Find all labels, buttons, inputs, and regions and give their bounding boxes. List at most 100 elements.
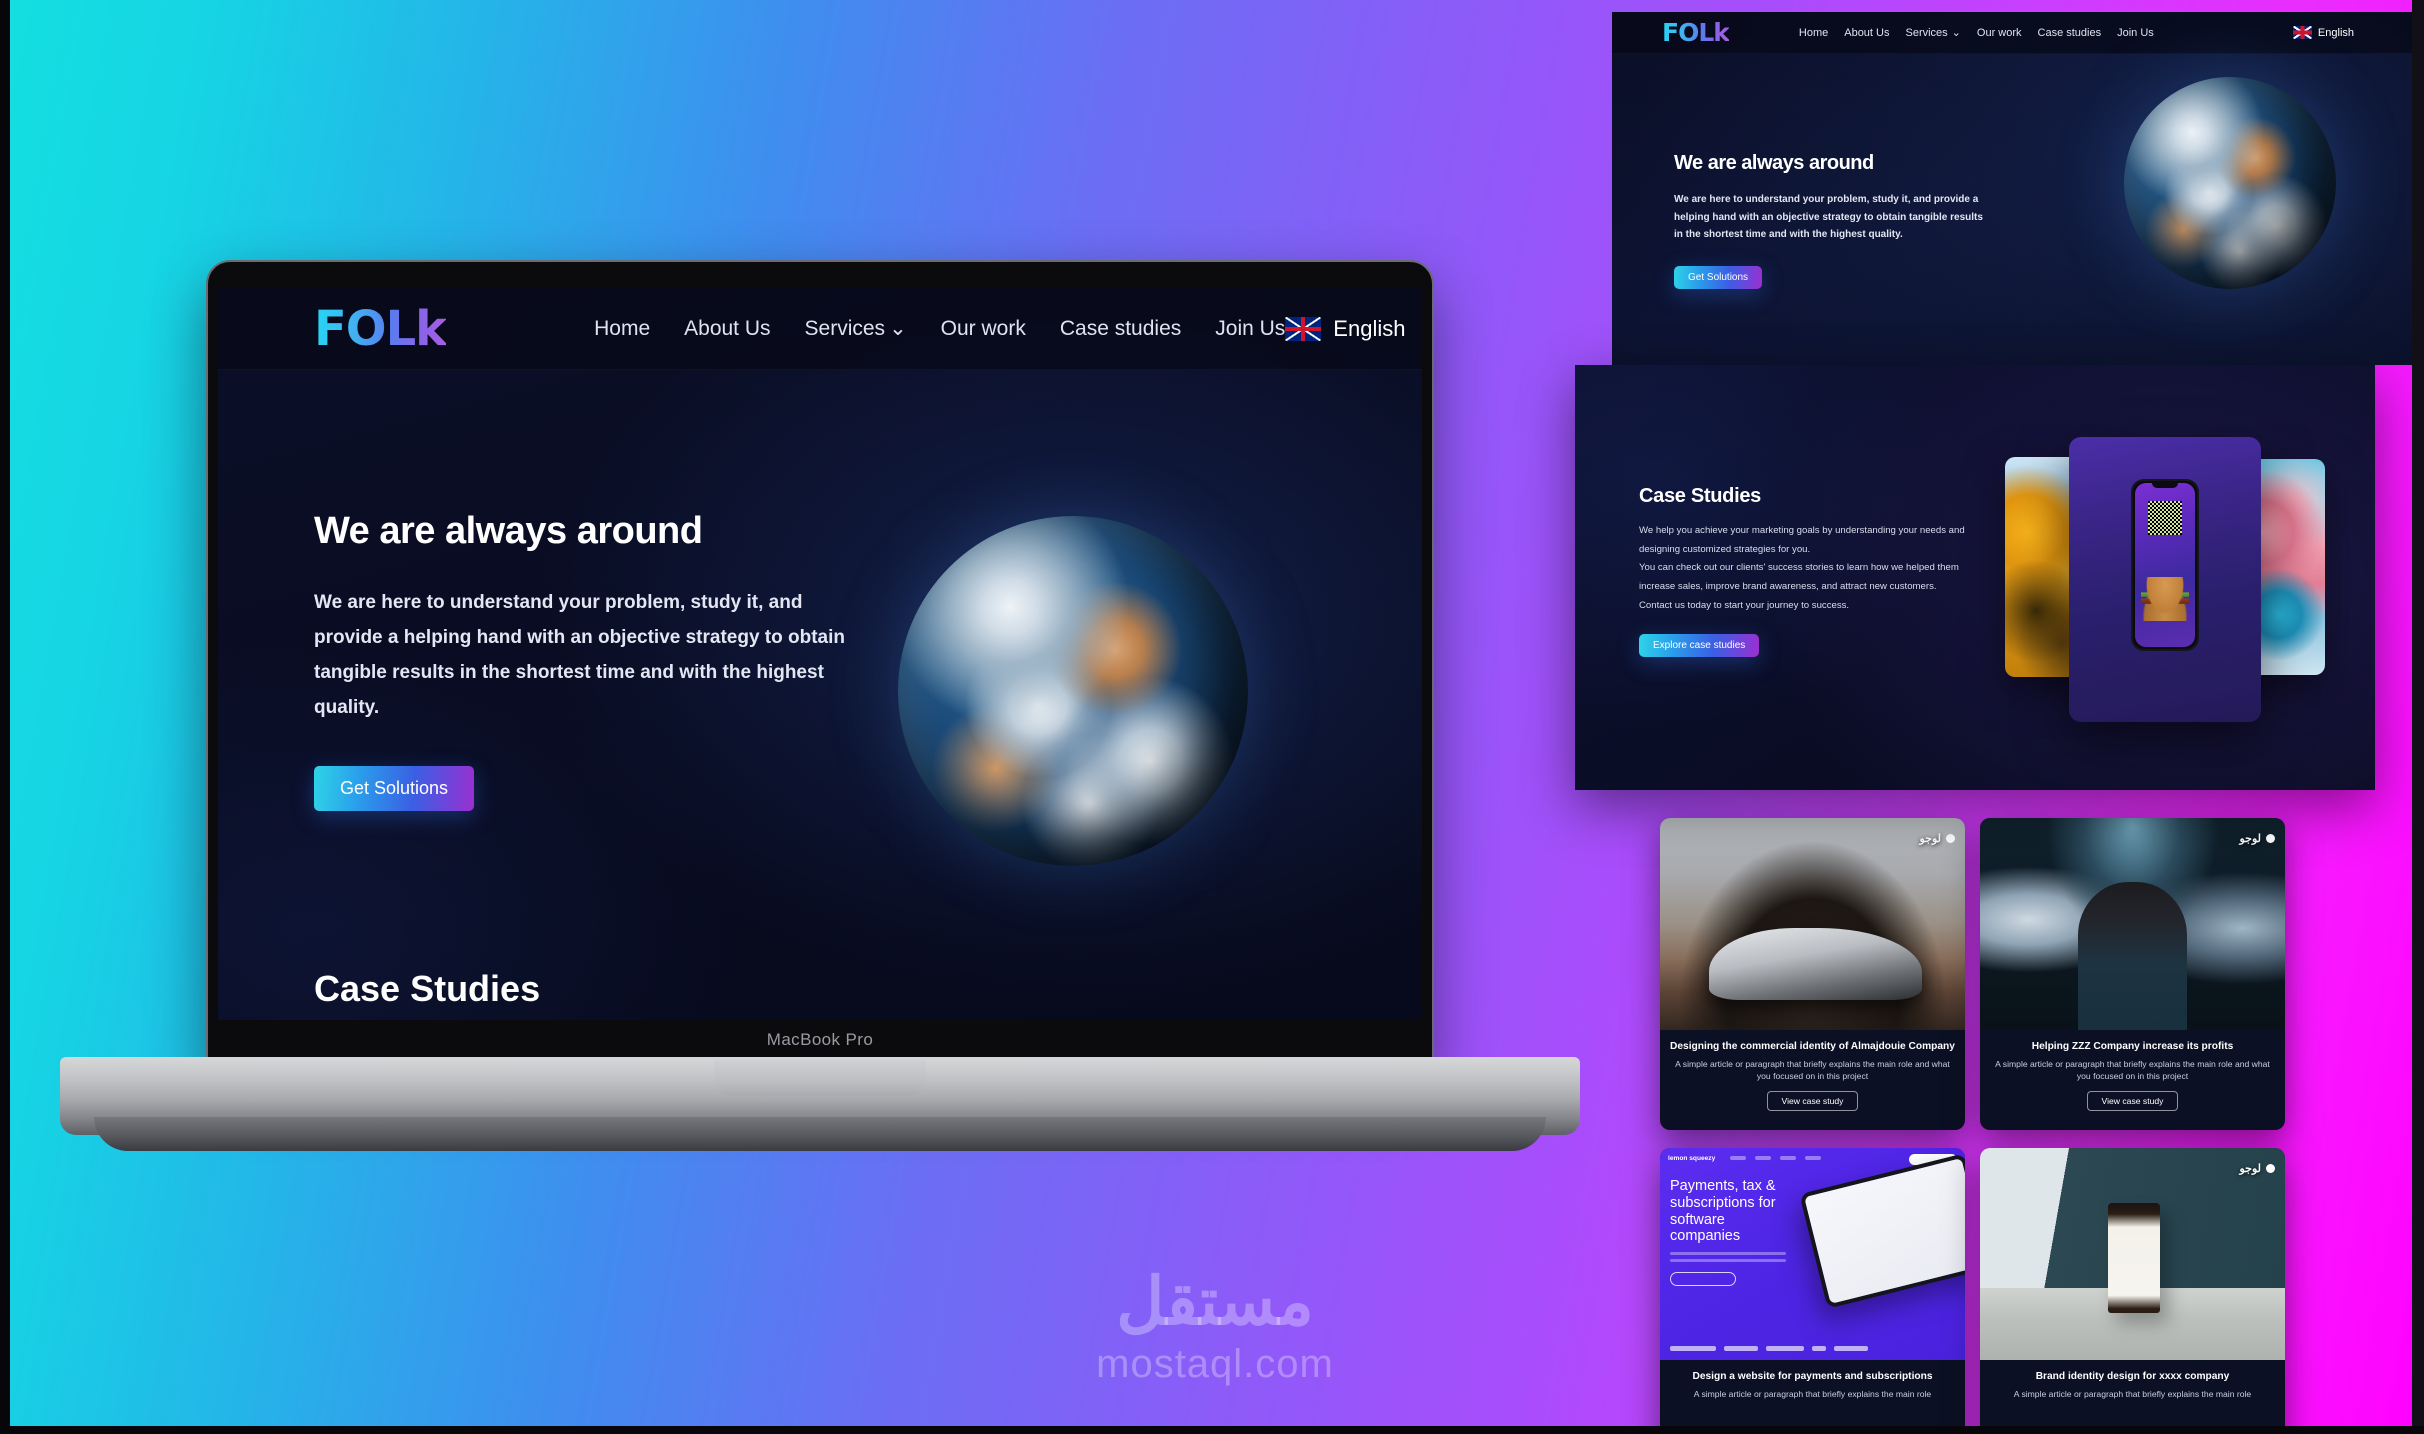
nav-item-join-us[interactable]: Join Us (2117, 27, 2154, 39)
nav-services-label: Services (1905, 27, 1948, 39)
hero-title: We are always around (1674, 152, 1874, 174)
analyst-dashboard-photo (1980, 818, 2285, 1030)
mock-cta-button (1670, 1272, 1736, 1286)
nav-item-about-us[interactable]: About Us (1844, 27, 1889, 39)
text-bar (1670, 1259, 1786, 1262)
case-studies-text-block: Case Studies We help you achieve your ma… (1639, 485, 1969, 657)
card-meta: Brand identity design for xxxx company A… (1980, 1360, 2285, 1434)
laptop-base-notch (714, 1060, 926, 1096)
card-meta: Designing the commercial identity of Alm… (1660, 1030, 1965, 1130)
case-studies-paragraph-2: You can check out our clients' success s… (1639, 562, 1959, 593)
hero-title: We are always around (314, 510, 703, 552)
text-bar (1670, 1252, 1786, 1255)
main-navigation: Home About Us Services ⌄ Our work Case st… (1799, 26, 2154, 40)
card-image (1980, 818, 2285, 1030)
folk-logo[interactable]: FOLk (1662, 18, 1730, 47)
macbook-pro-mockup: FOLk Home About Us Services ⌄ Our work Ca… (60, 262, 1580, 1151)
site-header: FOLk Home About Us Services ⌄ Our work Ca… (218, 288, 1422, 370)
phone-notch (2152, 483, 2178, 488)
hero-block: We are always around We are here to unde… (314, 510, 874, 811)
poster-canvas: مستقل mostaql.com FOLk Home About Us Ser… (0, 0, 2424, 1434)
website-preview-large: FOLk Home About Us Services ⌄ Our work Ca… (218, 288, 1422, 1020)
case-study-card[interactable]: لوجو Brand identity design for xxxx comp… (1980, 1148, 2285, 1434)
language-switcher[interactable]: English (2292, 26, 2354, 39)
card-image: lemon squeezy Payments, tax & subscripti… (1660, 1148, 1965, 1360)
explore-case-studies-button[interactable]: Explore case studies (1639, 633, 1760, 657)
view-case-study-button[interactable]: View case study (1766, 1091, 1859, 1112)
uk-flag-icon (1285, 316, 1322, 341)
nav-item-join-us[interactable]: Join Us (1215, 317, 1285, 341)
case-studies-heading: Case Studies (1639, 485, 1762, 507)
logo-dot-icon (1946, 834, 1955, 843)
view-case-study-button[interactable]: View case study (2086, 1091, 2179, 1112)
hero-block: We are always around We are here to unde… (1674, 152, 1989, 289)
language-label: English (1333, 315, 1406, 341)
tablet-mockup-image (1799, 1153, 1965, 1309)
nav-link-bar (1730, 1156, 1746, 1160)
mock-client-logos (1670, 1346, 1955, 1351)
language-label: English (2317, 26, 2354, 39)
logo-label: لوجو (2239, 833, 2261, 845)
logo-label: لوجو (1919, 833, 1941, 845)
website-preview-hero: FOLk Home About Us Services ⌄ Our work Ca… (1612, 12, 2412, 365)
logo-dot-icon (2266, 1164, 2275, 1173)
get-solutions-button[interactable]: Get Solutions (314, 765, 475, 811)
nav-item-services[interactable]: Services ⌄ (1905, 26, 1960, 39)
language-switcher[interactable]: English (1285, 316, 1405, 342)
card-image (1980, 1148, 2285, 1360)
nav-services-label: Services (804, 317, 886, 340)
hemp-seed-bottle-photo (1980, 1148, 2285, 1360)
mock-nav: lemon squeezy (1668, 1154, 1957, 1165)
card-description: A simple article or paragraph that brief… (2013, 1388, 2252, 1399)
nav-item-our-work[interactable]: Our work (941, 317, 1026, 341)
case-studies-section-preview: Case Studies We help you achieve your ma… (1575, 365, 2375, 790)
case-studies-paragraph-3: Contact us today to start your journey t… (1639, 599, 1850, 611)
saas-landing-page-screenshot: lemon squeezy Payments, tax & subscripti… (1660, 1148, 1965, 1360)
laptop-screen: FOLk Home About Us Services ⌄ Our work Ca… (218, 288, 1422, 1020)
lemon-squeezy-logo: lemon squeezy (1668, 1155, 1716, 1162)
client-logo-bar (1834, 1346, 1868, 1351)
client-logo-bar (1812, 1346, 1826, 1351)
nav-item-home[interactable]: Home (594, 317, 650, 341)
case-studies-heading: Case Studies (314, 968, 541, 1009)
hero-description: We are here to understand your problem, … (1674, 194, 1983, 240)
logo-label: لوجو (2239, 1163, 2261, 1175)
site-header-small: FOLk Home About Us Services ⌄ Our work Ca… (1612, 12, 2412, 54)
watermark-arabic-text: مستقل (1116, 1264, 1314, 1338)
nav-item-our-work[interactable]: Our work (1977, 27, 2022, 39)
nav-item-case-studies[interactable]: Case studies (2038, 27, 2102, 39)
case-study-card[interactable]: لوجو Helping ZZZ Company increase its pr… (1980, 818, 2285, 1130)
card-logo-badge: لوجو (2239, 832, 2275, 845)
folk-logo[interactable]: FOLk (314, 301, 447, 357)
hero-section-preview: FOLk Home About Us Services ⌄ Our work Ca… (1612, 12, 2412, 365)
nav-item-services[interactable]: Services ⌄ (805, 316, 907, 341)
get-solutions-button[interactable]: Get Solutions (1674, 265, 1763, 289)
case-study-card[interactable]: لوجو Designing the commercial identity o… (1660, 818, 1965, 1130)
case-study-card[interactable]: lemon squeezy Payments, tax & subscripti… (1660, 1148, 1965, 1434)
card-title: Helping ZZZ Company increase its profits (2031, 1041, 2234, 1052)
card-title: Brand identity design for xxxx company (2035, 1371, 2230, 1382)
card-meta: Design a website for payments and subscr… (1660, 1360, 1965, 1434)
mock-headline: Payments, tax & subscriptions for softwa… (1670, 1178, 1776, 1245)
card-logo-badge: لوجو (1919, 832, 1955, 845)
nav-link-bar (1805, 1156, 1821, 1160)
nav-item-case-studies[interactable]: Case studies (1060, 317, 1181, 341)
right-edge-border (2412, 0, 2424, 1434)
logo-dot-icon (2266, 834, 2275, 843)
card-title: Designing the commercial identity of Alm… (1670, 1041, 1955, 1052)
qr-code-icon (2148, 501, 2182, 535)
macbook-pro-label: MacBook Pro (766, 1030, 874, 1049)
nav-link-bar (1755, 1156, 1771, 1160)
mostaql-watermark: مستقل mostaql.com (1065, 1268, 1365, 1390)
laptop-base-foot (94, 1117, 1546, 1151)
nav-item-about-us[interactable]: About Us (684, 317, 770, 341)
uk-flag-icon (2292, 26, 2312, 39)
card-description: A simple article or paragraph that brief… (1675, 1058, 1950, 1081)
card-title: Design a website for payments and subscr… (1692, 1371, 1933, 1382)
nav-item-home[interactable]: Home (1799, 27, 1828, 39)
phone-showcase-card (2069, 437, 2261, 722)
card-description: A simple article or paragraph that brief… (1995, 1058, 2270, 1081)
chevron-down-icon: ⌄ (1951, 27, 1961, 39)
car-photo (1660, 818, 1965, 1030)
earth-globe-image (2124, 77, 2336, 289)
